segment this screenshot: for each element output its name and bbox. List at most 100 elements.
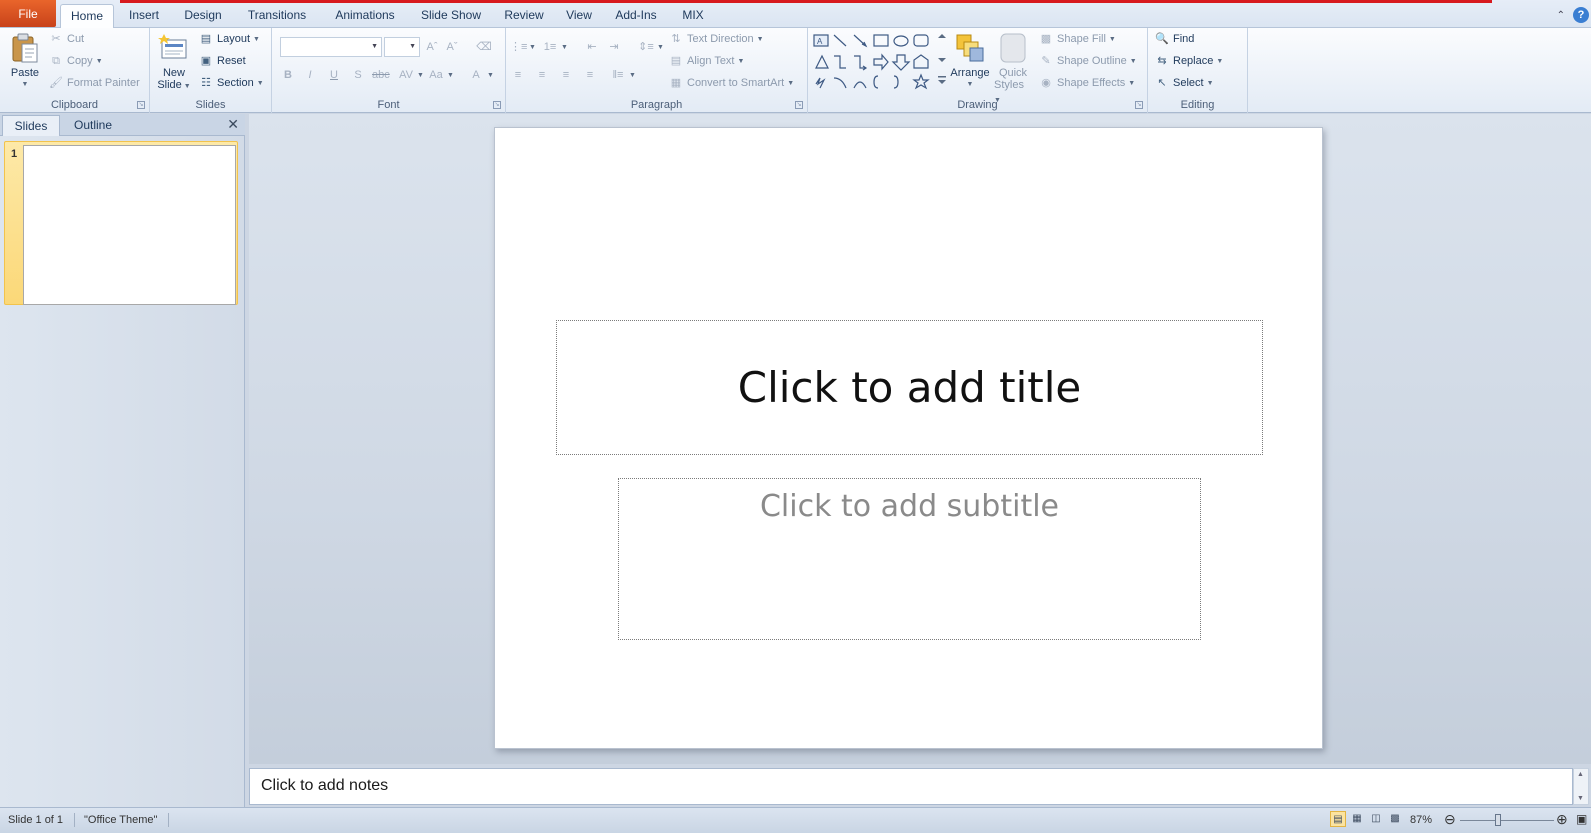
- tab-insert[interactable]: Insert: [122, 4, 166, 28]
- italic-button[interactable]: I: [302, 68, 318, 82]
- tab-view[interactable]: View: [560, 4, 598, 28]
- fit-to-window-icon[interactable]: ▣: [1576, 812, 1587, 826]
- chevron-down-icon: ▼: [371, 43, 378, 50]
- zoom-slider-track[interactable]: [1460, 820, 1554, 821]
- close-icon[interactable]: ✕: [227, 116, 239, 133]
- quick-styles-button[interactable]: Quick Styles ▼: [994, 32, 1032, 107]
- font-color-button[interactable]: A ▼: [468, 68, 494, 82]
- slide-canvas: Click to add title Click to add subtitle: [249, 114, 1591, 764]
- new-slide-button[interactable]: New Slide ▼: [156, 32, 192, 93]
- find-button[interactable]: 🔍 Find: [1154, 32, 1194, 46]
- increase-indent-button[interactable]: ⇥: [606, 40, 622, 54]
- chevron-down-icon: ▼: [256, 79, 264, 87]
- tab-animations[interactable]: Animations: [326, 4, 404, 28]
- reading-view-icon[interactable]: ◫: [1368, 811, 1384, 827]
- columns-button[interactable]: ‖≡ ▼: [610, 68, 636, 82]
- bold-button[interactable]: B: [280, 68, 296, 82]
- dialog-launcher-icon[interactable]: ↘: [1135, 101, 1143, 109]
- slide-thumbnail[interactable]: [23, 145, 236, 305]
- replace-button[interactable]: ⇆ Replace ▼: [1154, 54, 1223, 68]
- select-button[interactable]: ↖ Select ▼: [1154, 76, 1213, 90]
- notes-pane[interactable]: Click to add notes: [249, 768, 1573, 805]
- shadow-button[interactable]: S: [350, 68, 366, 82]
- paste-icon: [12, 33, 38, 63]
- justify-button[interactable]: ≡: [582, 68, 598, 82]
- scroll-up-icon[interactable]: ▲: [1577, 771, 1584, 778]
- strikethrough-button[interactable]: abc: [372, 68, 390, 82]
- replace-icon: ⇆: [1157, 55, 1167, 67]
- title-placeholder[interactable]: Click to add title: [556, 320, 1263, 455]
- tab-outline[interactable]: Outline: [62, 115, 124, 136]
- minimize-ribbon-icon[interactable]: ⌃: [1557, 10, 1565, 21]
- tab-review[interactable]: Review: [498, 4, 550, 28]
- align-text-button[interactable]: ▤ Align Text ▼: [668, 54, 745, 68]
- bullets-button[interactable]: ⋮≡ ▼: [510, 40, 536, 54]
- dialog-launcher-icon[interactable]: ↘: [493, 101, 501, 109]
- theme-status[interactable]: "Office Theme": [84, 814, 157, 826]
- chevron-down-icon: ▼: [756, 35, 764, 43]
- paste-button[interactable]: Paste ▼: [8, 32, 42, 91]
- zoom-level[interactable]: 87%: [1410, 814, 1432, 826]
- tab-slides[interactable]: Slides: [2, 115, 60, 136]
- smartart-icon: ▦: [670, 77, 682, 89]
- chevron-down-icon: ▼: [561, 43, 568, 51]
- line-spacing-button[interactable]: ⇕≡ ▼: [638, 40, 664, 54]
- grow-font-button[interactable]: Aˆ: [424, 40, 440, 54]
- notes-scrollbar[interactable]: ▲ ▼: [1573, 768, 1589, 805]
- change-case-button[interactable]: Aa ▼: [428, 68, 454, 82]
- align-right-button[interactable]: ≡: [558, 68, 574, 82]
- shrink-font-button[interactable]: Aˇ: [444, 40, 460, 54]
- align-left-button[interactable]: ≡: [510, 68, 526, 82]
- numbering-button[interactable]: 1≡ ▼: [542, 40, 568, 54]
- pencil-icon: ✎: [1041, 55, 1051, 67]
- quick-styles-label-1: Quick: [998, 67, 1028, 79]
- text-direction-button[interactable]: ⇅ Text Direction ▼: [668, 32, 764, 46]
- slide[interactable]: Click to add title Click to add subtitle: [494, 127, 1323, 749]
- dialog-launcher-icon[interactable]: ↘: [795, 101, 803, 109]
- help-icon[interactable]: ?: [1573, 7, 1589, 23]
- normal-view-icon[interactable]: ▤: [1330, 811, 1346, 827]
- shapes-gallery[interactable]: A: [812, 32, 952, 96]
- section-button[interactable]: ☷ Section ▼: [198, 76, 264, 90]
- copy-button[interactable]: ⧉ Copy ▼: [48, 54, 103, 68]
- tab-slide-show[interactable]: Slide Show: [414, 4, 488, 28]
- group-slides: New Slide ▼ ▤ Layout ▼ ▣ Reset ☷ Section…: [150, 28, 272, 113]
- numbering-icon: 1≡: [543, 41, 557, 53]
- chevron-down-icon: ▼: [787, 79, 795, 87]
- reset-button[interactable]: ▣ Reset: [198, 54, 246, 68]
- zoom-out-icon[interactable]: ⊖: [1444, 811, 1456, 828]
- section-icon: ☷: [201, 77, 211, 89]
- shape-outline-button[interactable]: ✎ Shape Outline ▼: [1038, 54, 1136, 68]
- shape-fill-button[interactable]: ▩ Shape Fill ▼: [1038, 32, 1116, 46]
- slide-thumbnail-item[interactable]: 1: [4, 141, 238, 305]
- cut-button[interactable]: ✂ Cut: [48, 32, 84, 46]
- subtitle-placeholder[interactable]: Click to add subtitle: [618, 478, 1201, 640]
- shape-effects-button[interactable]: ◉ Shape Effects ▼: [1038, 76, 1135, 90]
- tab-design[interactable]: Design: [178, 4, 228, 28]
- zoom-in-icon[interactable]: ⊕: [1556, 811, 1568, 828]
- slide-sorter-view-icon[interactable]: ▦: [1349, 811, 1365, 827]
- tab-add-ins[interactable]: Add-Ins: [610, 4, 662, 28]
- tab-transitions[interactable]: Transitions: [240, 4, 314, 28]
- convert-smartart-button[interactable]: ▦ Convert to SmartArt ▼: [668, 76, 794, 90]
- font-name-combo[interactable]: ▼: [280, 37, 382, 57]
- align-left-icon: ≡: [514, 69, 522, 81]
- tab-file[interactable]: File: [0, 0, 56, 27]
- change-case-icon: Aa: [429, 69, 443, 81]
- tab-mix[interactable]: MIX: [676, 4, 710, 28]
- arrange-button[interactable]: Arrange ▼: [950, 32, 990, 91]
- char-spacing-button[interactable]: AV ▼: [398, 68, 424, 82]
- chevron-down-icon: ▼: [1128, 79, 1136, 87]
- font-size-combo[interactable]: ▼: [384, 37, 420, 57]
- slide-show-view-icon[interactable]: ▩: [1387, 811, 1403, 827]
- decrease-indent-button[interactable]: ⇤: [584, 40, 600, 54]
- underline-button[interactable]: U: [326, 68, 342, 82]
- layout-button[interactable]: ▤ Layout ▼: [198, 32, 260, 46]
- clear-formatting-button[interactable]: ⌫: [476, 40, 492, 54]
- tab-home[interactable]: Home: [60, 4, 114, 29]
- format-painter-button[interactable]: 🖌 Format Painter: [48, 76, 140, 90]
- dialog-launcher-icon[interactable]: ↘: [137, 101, 145, 109]
- scroll-down-icon[interactable]: ▼: [1577, 795, 1584, 802]
- zoom-slider-thumb[interactable]: [1495, 814, 1501, 826]
- align-center-button[interactable]: ≡: [534, 68, 550, 82]
